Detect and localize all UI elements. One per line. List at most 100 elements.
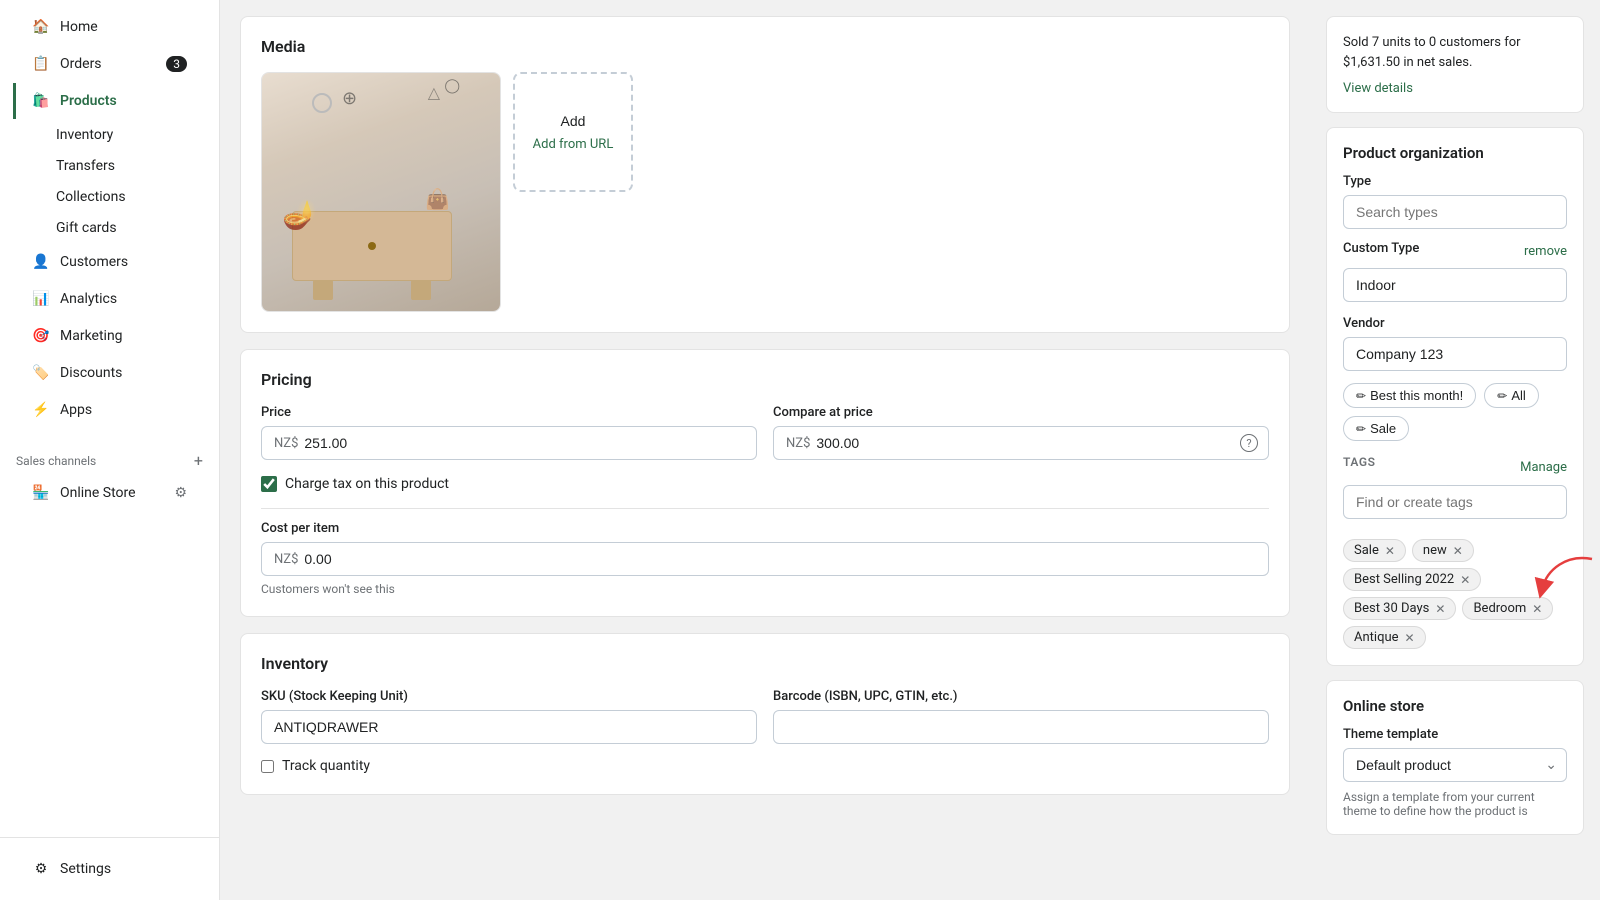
sidebar-label-apps: Apps [60, 402, 92, 418]
vendor-label: Vendor [1343, 316, 1567, 331]
tag-btn-best-month-label: Best this month! [1370, 388, 1463, 403]
sidebar-item-apps[interactable]: ⚡ Apps [16, 392, 203, 428]
sku-input[interactable] [261, 710, 757, 744]
orders-badge: 3 [166, 56, 187, 72]
online-store-title: Online store [1343, 697, 1567, 715]
charge-tax-checkbox[interactable] [261, 476, 277, 492]
inventory-card: Inventory SKU (Stock Keeping Unit) Barco… [240, 633, 1290, 795]
compare-price-label: Compare at price [773, 405, 1269, 420]
online-store-card: Online store Theme template Default prod… [1326, 680, 1584, 835]
tag-chip-best-30-days: Best 30 Days ✕ [1343, 597, 1456, 620]
pen-icon-3: ✏ [1356, 422, 1366, 436]
view-details-link[interactable]: View details [1343, 81, 1413, 96]
sidebar-sub-inventory[interactable]: Inventory [16, 120, 203, 150]
price-input[interactable] [304, 435, 744, 451]
inventory-card-title: Inventory [261, 654, 1269, 673]
media-main-image[interactable]: ⊕ △ ◯ 🪔 👜 [261, 72, 501, 312]
sidebar-item-discounts[interactable]: 🏷️ Discounts [16, 355, 203, 391]
price-input-wrapper: NZ$ [261, 426, 757, 460]
sales-channels-section: Sales channels + [0, 437, 219, 474]
sidebar-item-home[interactable]: 🏠 Home [16, 9, 203, 45]
add-from-url-link[interactable]: Add from URL [533, 137, 614, 152]
help-icon[interactable]: ? [1240, 434, 1258, 452]
custom-type-input[interactable] [1343, 268, 1567, 302]
online-store-settings-icon[interactable]: ⚙ [174, 485, 187, 501]
tag-chip-antique-remove[interactable]: ✕ [1405, 631, 1415, 645]
discounts-icon: 🏷️ [32, 364, 50, 382]
tag-btn-all-label: All [1511, 388, 1525, 403]
sidebar-item-online-store[interactable]: 🏪 Online Store ⚙ [16, 475, 203, 511]
sidebar-item-orders[interactable]: 📋 Orders 3 [16, 46, 203, 82]
type-label: Type [1343, 174, 1567, 189]
add-sales-channel-icon[interactable]: + [194, 451, 203, 470]
sidebar-label-analytics: Analytics [60, 291, 117, 307]
tag-chip-sale: Sale ✕ [1343, 539, 1406, 562]
sales-channels-label: Sales channels [16, 454, 96, 468]
product-org-card: Product organization Type Custom Type re… [1326, 127, 1584, 666]
media-card: Media ⊕ △ ◯ [240, 16, 1290, 333]
sidebar-label-orders: Orders [60, 56, 102, 72]
tag-chip-new: new ✕ [1412, 539, 1474, 562]
tag-btn-sale-label: Sale [1370, 421, 1396, 436]
cost-label: Cost per item [261, 521, 1269, 536]
media-grid: ⊕ △ ◯ 🪔 👜 [261, 72, 1269, 312]
right-panel: Sold 7 units to 0 customers for $1,631.5… [1310, 0, 1600, 900]
theme-template-select-wrapper: Default product Alternative product Land… [1343, 748, 1567, 782]
tag-chip-sale-label: Sale [1354, 543, 1379, 558]
tag-btn-sale[interactable]: ✏ Sale [1343, 416, 1409, 441]
tags-header-row: TAGS Manage [1343, 455, 1567, 479]
pricing-card: Pricing Price NZ$ Compare at price NZ$ ? [240, 349, 1290, 617]
theme-template-select[interactable]: Default product Alternative product Land… [1343, 748, 1567, 782]
compare-price-input-wrapper: NZ$ ? [773, 426, 1269, 460]
custom-type-label: Custom Type [1343, 241, 1419, 256]
media-add-box[interactable]: Add Add from URL [513, 72, 633, 192]
tag-chip-best-selling-remove[interactable]: ✕ [1460, 573, 1470, 587]
sidebar-sub-transfers[interactable]: Transfers [16, 151, 203, 181]
tags-list: Sale ✕ new ✕ Best Selling 2022 ✕ Best 30… [1343, 539, 1567, 649]
tag-chip-best-selling-label: Best Selling 2022 [1354, 572, 1454, 587]
price-field: Price NZ$ [261, 405, 757, 460]
track-qty-checkbox[interactable] [261, 760, 274, 773]
barcode-input[interactable] [773, 710, 1269, 744]
price-label: Price [261, 405, 757, 420]
add-media-button[interactable]: Add [561, 113, 586, 129]
tag-chip-new-remove[interactable]: ✕ [1453, 544, 1463, 558]
sidebar-item-customers[interactable]: 👤 Customers [16, 244, 203, 280]
tag-chip-new-label: new [1423, 543, 1447, 558]
type-search-input[interactable] [1343, 195, 1567, 229]
sku-label: SKU (Stock Keeping Unit) [261, 689, 757, 704]
cost-prefix: NZ$ [274, 552, 298, 567]
product-org-title: Product organization [1343, 144, 1567, 162]
tag-chip-bedroom-label: Bedroom [1473, 601, 1526, 616]
pen-icon-1: ✏ [1356, 389, 1366, 403]
media-card-title: Media [261, 37, 1269, 56]
compare-price-prefix: NZ$ [786, 436, 810, 451]
manage-tags-link[interactable]: Manage [1520, 460, 1567, 475]
sidebar-item-settings[interactable]: ⚙ Settings [16, 851, 203, 887]
sales-stat-text: Sold 7 units to 0 customers for $1,631.5… [1343, 33, 1567, 72]
custom-type-row: Custom Type remove [1343, 241, 1567, 262]
tag-btn-best-this-month[interactable]: ✏ Best this month! [1343, 383, 1476, 408]
cost-input[interactable] [304, 551, 1256, 567]
tag-chip-bedroom: Bedroom ✕ [1462, 597, 1553, 620]
compare-price-input[interactable] [816, 435, 1256, 451]
sidebar-item-analytics[interactable]: 📊 Analytics [16, 281, 203, 317]
tag-btn-all[interactable]: ✏ All [1484, 383, 1539, 408]
tags-search-input[interactable] [1343, 485, 1567, 519]
tag-chip-bedroom-remove[interactable]: ✕ [1532, 602, 1542, 616]
theme-template-label: Theme template [1343, 727, 1567, 742]
tag-chip-sale-remove[interactable]: ✕ [1385, 544, 1395, 558]
tag-chip-best-30-remove[interactable]: ✕ [1435, 602, 1445, 616]
sidebar-item-products[interactable]: 🛍️ Products [13, 83, 203, 119]
remove-custom-type-link[interactable]: remove [1524, 244, 1567, 259]
tag-chip-antique-label: Antique [1354, 630, 1399, 645]
tag-chip-antique: Antique ✕ [1343, 626, 1426, 649]
sidebar-sub-gift-cards[interactable]: Gift cards [16, 213, 203, 243]
vendor-input[interactable] [1343, 337, 1567, 371]
tag-suggestion-buttons: ✏ Best this month! ✏ All ✏ Sale [1343, 383, 1567, 441]
sidebar-item-marketing[interactable]: 🎯 Marketing [16, 318, 203, 354]
settings-icon: ⚙ [32, 860, 50, 878]
orders-icon: 📋 [32, 55, 50, 73]
sidebar-sub-collections[interactable]: Collections [16, 182, 203, 212]
sku-field: SKU (Stock Keeping Unit) [261, 689, 757, 744]
